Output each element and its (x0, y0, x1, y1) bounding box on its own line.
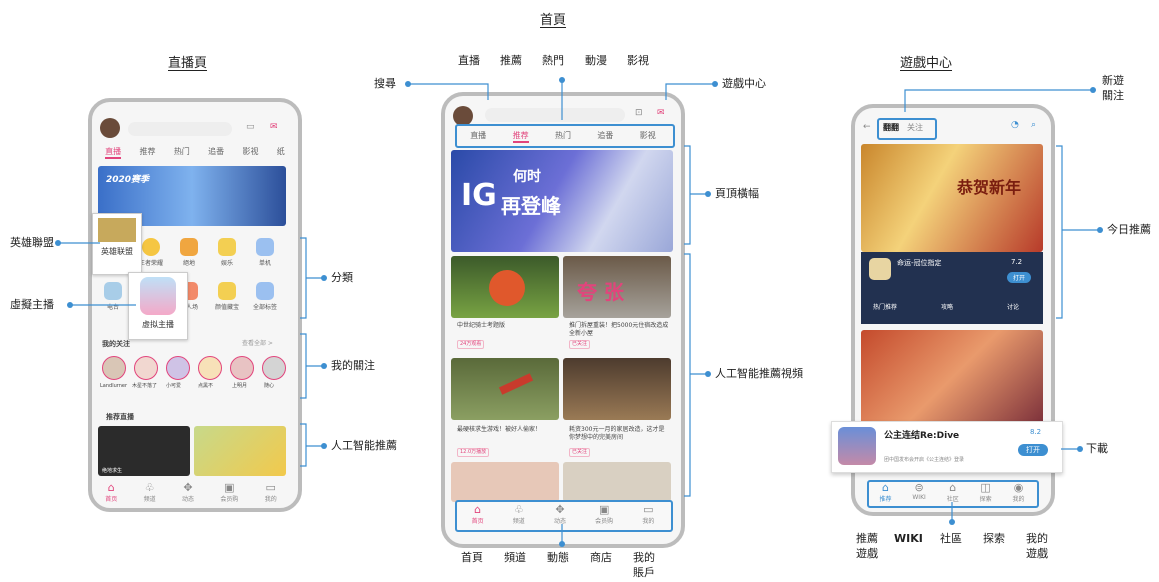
label-ai-recommend: 人工智能推薦 (331, 439, 397, 452)
annotation-dot (559, 541, 565, 547)
label-my-follow: 我的關注 (331, 359, 375, 372)
label-my-2: 遊戲 (1026, 547, 1048, 560)
label-tab-movie: 影視 (627, 54, 649, 67)
label-download: 下載 (1086, 442, 1108, 455)
label-categories: 分類 (331, 271, 353, 284)
label-tab-hot: 熱門 (542, 54, 564, 67)
label-nav-channel: 頻道 (504, 551, 526, 564)
annotation-dot (55, 240, 61, 246)
label-explore: 探索 (983, 532, 1005, 545)
label-top-banner: 頁頂橫幅 (715, 187, 759, 200)
label-account: 賬戶 (633, 566, 655, 579)
label-rec-game-1: 推薦 (856, 532, 878, 545)
label-community: 社區 (940, 532, 962, 545)
label-my-1: 我的 (1026, 532, 1048, 545)
label-game-center: 遊戲中心 (722, 77, 766, 90)
annotation-dot (1090, 87, 1096, 93)
annotation-lines (58, 80, 1100, 544)
label-nav-me: 我的 (633, 551, 655, 564)
annotation-dot (321, 363, 327, 369)
label-tab-anime: 動漫 (585, 54, 607, 67)
label-new-game: 新遊 (1102, 74, 1124, 87)
label-nav-feed: 動態 (547, 551, 569, 564)
annotation-dot (705, 191, 711, 197)
annotation-dot (705, 371, 711, 377)
label-wiki: WIKI (894, 532, 923, 545)
annotation-dot (321, 275, 327, 281)
annotation-dot (1097, 227, 1103, 233)
annotation-dot (949, 519, 955, 525)
label-tab-recommend: 推薦 (500, 54, 522, 67)
label-lol: 英雄聯盟 (10, 236, 54, 249)
label-nav-shop: 商店 (590, 551, 612, 564)
annotation-dot (321, 443, 327, 449)
label-today: 今日推薦 (1107, 223, 1151, 236)
annotation-dot (712, 81, 718, 87)
label-nav-home: 首頁 (461, 551, 483, 564)
annotation-dot (67, 302, 73, 308)
label-vtuber: 虛擬主播 (10, 298, 54, 311)
label-follow: 關注 (1102, 89, 1124, 102)
label-search: 搜尋 (374, 77, 396, 90)
annotation-dot (405, 81, 411, 87)
label-ai-videos: 人工智能推薦視頻 (715, 367, 803, 380)
label-tab-live: 直播 (458, 54, 480, 67)
label-rec-game-2: 遊戲 (856, 547, 878, 560)
annotation-dot (1077, 446, 1083, 452)
annotation-dot (559, 77, 565, 83)
